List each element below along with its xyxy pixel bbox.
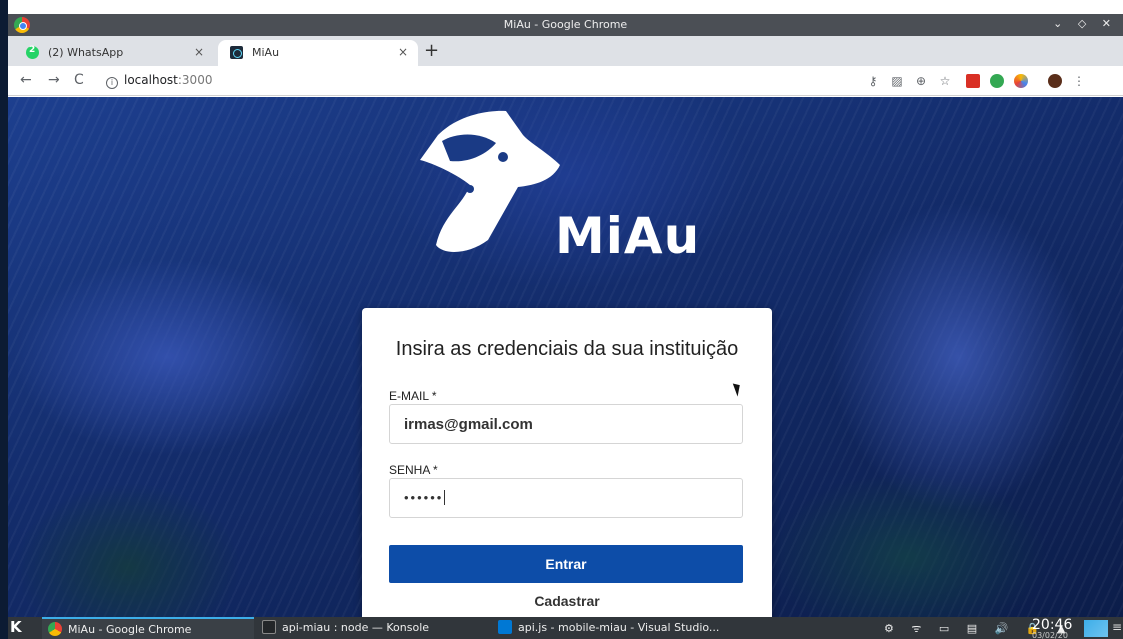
new-tab-button[interactable]: + — [424, 40, 439, 61]
text-caret — [444, 490, 446, 505]
url-input[interactable]: i localhost:3000 — [100, 70, 860, 92]
window-titlebar: MiAu - Google Chrome ⌄ ◇ ✕ — [8, 14, 1123, 36]
ext-colorful-icon[interactable] — [1014, 74, 1028, 88]
forward-button[interactable]: → — [48, 72, 60, 88]
task-konsole[interactable]: api-miau : node — Konsole — [256, 617, 488, 639]
task-label: MiAu - Google Chrome — [68, 623, 192, 636]
tab-close-icon[interactable]: × — [398, 45, 408, 59]
back-button[interactable]: ← — [20, 72, 32, 88]
ext-green-icon[interactable] — [990, 74, 1004, 88]
menu-dots-icon[interactable]: ⋮ — [1072, 74, 1086, 88]
tab-whatsapp[interactable]: (2) WhatsApp × — [14, 40, 214, 66]
site-info-icon[interactable]: i — [106, 77, 118, 89]
logo-text: MiAu — [555, 207, 701, 265]
konsole-icon — [262, 620, 276, 634]
chrome-icon — [48, 622, 62, 636]
address-bar: ← → C i localhost:3000 ⚷ ▨ ⊕ ☆ ⋮ — [8, 66, 1123, 96]
page-viewport: MiAu Insira as credenciais da sua instit… — [8, 97, 1123, 617]
vscode-icon — [498, 620, 512, 634]
task-label: api.js - mobile-miau - Visual Studio... — [518, 621, 720, 634]
show-desktop-button[interactable] — [1084, 620, 1108, 637]
profile-avatar-icon[interactable] — [1048, 74, 1062, 88]
password-label: SENHA * — [389, 463, 438, 477]
url-port: :3000 — [177, 73, 213, 87]
login-card: Insira as credenciais da sua instituição… — [362, 308, 772, 617]
date: 03/02/20 — [1032, 631, 1068, 639]
reload-button[interactable]: C — [74, 72, 84, 88]
card-title: Insira as credenciais da sua instituição — [395, 338, 739, 360]
task-label: api-miau : node — Konsole — [282, 621, 430, 634]
password-value: •••••• — [404, 490, 444, 505]
translate-icon[interactable]: ▨ — [890, 74, 904, 88]
tab-miau[interactable]: MiAu × — [218, 40, 418, 66]
screen-edge — [0, 0, 8, 639]
tab-label: MiAu — [252, 46, 280, 59]
tab-label: (2) WhatsApp — [48, 46, 124, 59]
password-field[interactable]: •••••• — [389, 478, 743, 518]
react-icon — [230, 46, 243, 59]
task-chrome[interactable]: MiAu - Google Chrome — [42, 617, 254, 639]
ext-red-icon[interactable] — [966, 74, 980, 88]
kde-start-button[interactable]: K — [10, 618, 22, 636]
bookmark-star-icon[interactable]: ☆ — [938, 74, 952, 88]
url-host: localhost — [124, 73, 178, 87]
tab-close-icon[interactable]: × — [194, 45, 204, 59]
task-vscode[interactable]: api.js - mobile-miau - Visual Studio... — [492, 617, 719, 639]
panel-menu-icon[interactable]: ≡ — [1112, 620, 1122, 634]
taskbar: K MiAu - Google Chrome api-miau : node —… — [0, 617, 1123, 639]
tab-strip: (2) WhatsApp × MiAu × + — [8, 36, 1123, 66]
zoom-icon[interactable]: ⊕ — [914, 74, 928, 88]
email-field[interactable] — [389, 404, 743, 444]
window-controls[interactable]: ⌄ ◇ ✕ — [1053, 17, 1117, 30]
login-button[interactable]: Entrar — [389, 545, 743, 583]
email-label: E-MAIL * — [389, 389, 437, 403]
whatsapp-icon — [26, 45, 39, 59]
window-title: MiAu - Google Chrome — [503, 18, 628, 31]
key-icon[interactable]: ⚷ — [866, 74, 880, 88]
register-button[interactable]: Cadastrar — [362, 593, 772, 609]
